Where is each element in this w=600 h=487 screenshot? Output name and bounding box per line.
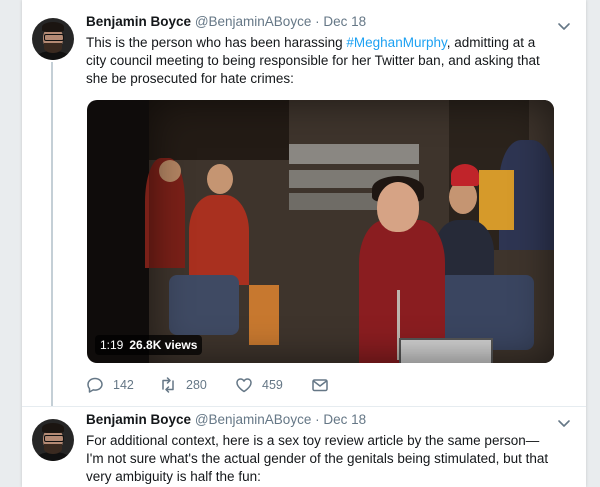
like-count: 459	[262, 378, 283, 392]
tweet-text: This is the person who has been harassin…	[86, 34, 556, 88]
video-frame	[145, 100, 554, 363]
chevron-down-icon[interactable]	[556, 415, 572, 431]
tweet-text-part: This is the person who has been harassin…	[86, 35, 347, 50]
reply-button[interactable]: 142	[86, 375, 134, 395]
separator-dot: ·	[315, 412, 320, 427]
chevron-down-icon[interactable]	[556, 18, 572, 34]
heart-icon	[236, 378, 252, 393]
tweet-actions: 142 280 459	[86, 375, 386, 395]
video-duration: 1:19	[100, 338, 124, 352]
avatar[interactable]	[32, 18, 74, 60]
retweet-count: 280	[186, 378, 207, 392]
tweet-text: For additional context, here is a sex to…	[86, 433, 549, 484]
retweet-icon	[162, 377, 174, 393]
author-handle[interactable]: @BenjaminABoyce	[195, 412, 312, 427]
tweet-date[interactable]: Dec 18	[323, 14, 366, 29]
tweet-thread: Benjamin Boyce @BenjaminABoyce · Dec 18 …	[22, 0, 586, 487]
tweet[interactable]: Benjamin Boyce @BenjaminABoyce · Dec 18 …	[22, 0, 586, 406]
video-views: 26.8K views	[129, 338, 198, 352]
hashtag-link[interactable]: #MeghanMurphy	[346, 35, 446, 50]
retweet-button[interactable]: 280	[159, 375, 207, 395]
video-info-badge: 1:19 26.8K views	[95, 335, 203, 355]
video-player[interactable]: 1:19 26.8K views	[87, 100, 554, 363]
tweet[interactable]: Benjamin Boyce @BenjaminABoyce · Dec 18 …	[22, 406, 586, 487]
avatar[interactable]	[32, 419, 74, 461]
reply-icon	[87, 377, 103, 393]
author-name[interactable]: Benjamin Boyce	[86, 412, 191, 427]
separator-dot: ·	[315, 14, 320, 29]
direct-message-button[interactable]	[311, 375, 338, 395]
tweet-date[interactable]: Dec 18	[323, 412, 366, 427]
author-name[interactable]: Benjamin Boyce	[86, 14, 191, 29]
reply-count: 142	[113, 378, 134, 392]
author-handle[interactable]: @BenjaminABoyce	[195, 14, 312, 29]
like-button[interactable]: 459	[235, 375, 283, 395]
direct-message-icon	[312, 379, 328, 392]
tweet-header: Benjamin Boyce @BenjaminABoyce · Dec 18	[86, 412, 366, 427]
tweet-header: Benjamin Boyce @BenjaminABoyce · Dec 18	[86, 14, 366, 29]
